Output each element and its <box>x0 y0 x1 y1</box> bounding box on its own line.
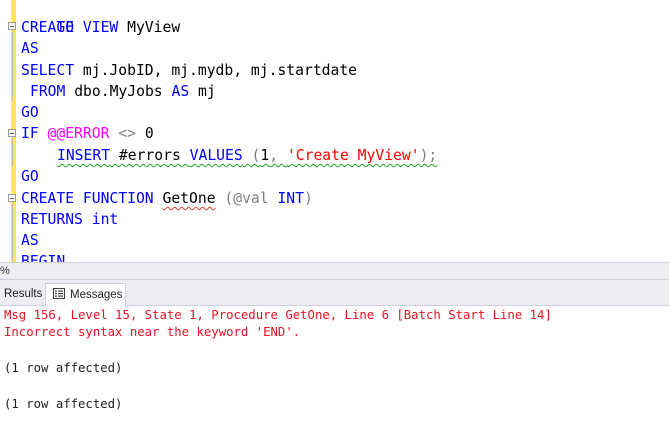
code-line: GO <box>21 166 39 187</box>
operator: ( <box>242 147 261 164</box>
zoom-level[interactable]: % <box>0 263 10 279</box>
keyword: VALUES <box>189 147 243 164</box>
error-message-line: Msg 156, Level 15, State 1, Procedure Ge… <box>4 308 552 322</box>
keyword: AS <box>21 40 39 57</box>
code-line: CREATE FUNCTION GetOne (@val INT) <box>21 188 313 209</box>
collapse-icon[interactable] <box>8 22 16 30</box>
code-line: BEGIN <box>21 251 65 262</box>
system-function: @@ERROR <box>38 125 110 142</box>
operator: <> <box>109 125 145 142</box>
code-line: FROM dbo.MyJobs AS mj <box>30 81 216 102</box>
identifier: #errors <box>110 147 190 164</box>
operator: ); <box>419 147 438 164</box>
data-type: int <box>82 211 119 228</box>
identifier: mj <box>189 83 216 100</box>
keyword: SELECT <box>21 62 75 79</box>
identifier: MyView <box>118 19 181 36</box>
keyword: RETURNS <box>21 211 83 228</box>
outline-guide <box>12 138 13 166</box>
info-message-line: (1 row affected) <box>4 361 123 375</box>
keyword: BEGIN <box>21 253 66 262</box>
string-literal: 'Create MyView' <box>286 147 420 164</box>
number-literal: 1 <box>260 147 270 164</box>
tab-results-label: Results <box>4 288 43 300</box>
code-line: IF @@ERROR <> 0 <box>21 123 154 144</box>
number-literal: 0 <box>144 125 154 142</box>
tab-results[interactable]: Results <box>0 283 44 306</box>
keyword: GO <box>21 104 39 121</box>
results-tab-strip: Results Messages <box>0 280 669 306</box>
identifier: dbo.MyJobs <box>65 83 172 100</box>
code-line: GO <box>21 0 74 36</box>
keyword: AS <box>21 232 39 249</box>
outline-guide <box>12 31 13 101</box>
warning-underline: INSERT #errors VALUES (1, 'Create MyView… <box>57 147 437 164</box>
messages-panel[interactable]: Msg 156, Level 15, State 1, Procedure Ge… <box>0 306 669 423</box>
keyword: CREATE VIEW <box>21 19 119 36</box>
operator: , <box>269 147 287 164</box>
error-underline: GetOne <box>162 190 216 207</box>
keyword: GO <box>21 168 39 185</box>
keyword: AS <box>171 83 190 100</box>
operator: (@val <box>215 190 278 207</box>
error-message-line: Incorrect syntax near the keyword 'END'. <box>4 325 301 339</box>
tab-messages-label: Messages <box>70 289 123 301</box>
code-line: AS <box>21 38 39 59</box>
code-line: GO <box>21 102 39 123</box>
code-line: RETURNS int <box>21 209 118 230</box>
identifier: mj.JobID, mj.mydb, mj.startdate <box>74 62 358 79</box>
keyword: INT <box>277 190 304 207</box>
code-line: AS <box>21 230 39 251</box>
zoom-bar: % <box>0 262 669 280</box>
keyword: IF <box>21 125 39 142</box>
collapse-icon[interactable] <box>8 194 16 202</box>
keyword: FROM <box>30 83 66 100</box>
code-line: CREATE VIEW MyView <box>21 17 180 38</box>
code-line: INSERT #errors VALUES (1, 'Create MyView… <box>57 145 437 166</box>
operator: ) <box>303 190 313 207</box>
tab-messages[interactable]: Messages <box>45 283 126 306</box>
keyword: INSERT <box>57 147 111 164</box>
messages-icon <box>53 288 65 299</box>
outline-guide <box>12 203 13 262</box>
code-line: SELECT mj.JobID, mj.mydb, mj.startdate <box>21 60 357 81</box>
code-editor[interactable]: GO CREATE VIEW MyView AS SELECT mj.JobID… <box>0 0 669 262</box>
collapse-icon[interactable] <box>8 129 16 137</box>
info-message-line: (1 row affected) <box>4 397 123 411</box>
keyword: CREATE FUNCTION <box>21 190 154 207</box>
